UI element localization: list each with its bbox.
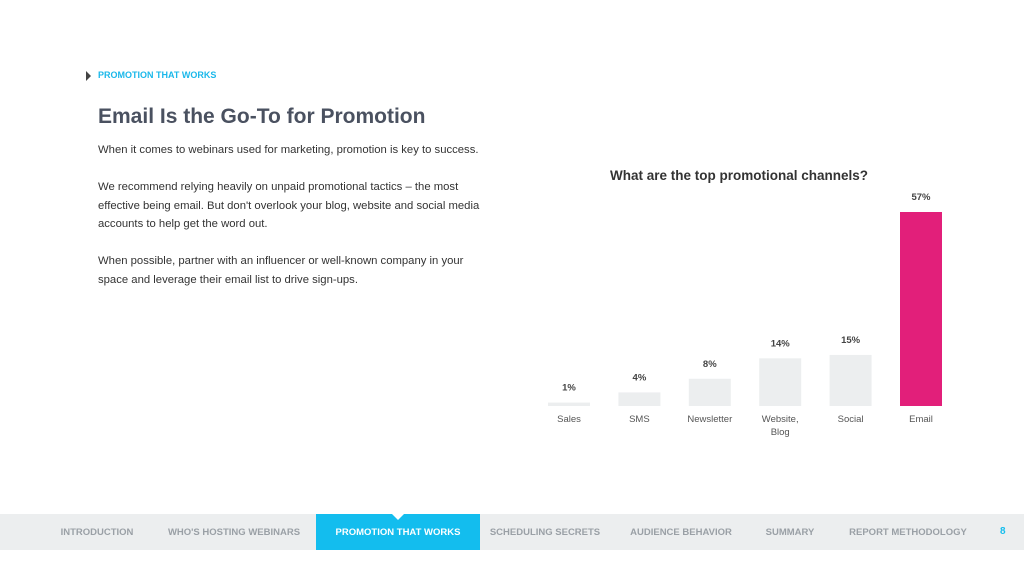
nav-item-introduction[interactable]: INTRODUCTION <box>48 514 146 550</box>
nav-item-summary[interactable]: SUMMARY <box>756 514 824 550</box>
bar-newsletter <box>688 378 731 406</box>
bar-chart: 1% Sales 4% SMS 8% Newsletter 14% Website, Blog 1… <box>548 192 942 438</box>
category-label: Sales <box>557 414 581 425</box>
nav-item-promotion[interactable]: PROMOTION THAT WORKS <box>316 514 480 550</box>
data-label: 57% <box>911 192 931 203</box>
section-nav: INTRODUCTION WHO'S HOSTING WEBINARS PROM… <box>0 514 1024 550</box>
category-label: Website, <box>762 414 799 425</box>
bar-website-blog <box>759 358 802 406</box>
bar-sales <box>548 402 590 406</box>
data-label: 8% <box>703 359 717 370</box>
bar-social <box>829 354 872 406</box>
category-label: Social <box>838 414 864 425</box>
page-number: 8 <box>1000 526 1006 537</box>
data-label: 14% <box>771 338 791 349</box>
data-label: 1% <box>562 383 576 394</box>
nav-item-methodology[interactable]: REPORT METHODOLOGY <box>840 514 976 550</box>
nav-item-scheduling[interactable]: SCHEDULING SECRETS <box>486 514 604 550</box>
data-label: 15% <box>841 335 861 346</box>
category-label: Email <box>909 414 933 425</box>
bar-email <box>900 212 942 406</box>
category-label: Newsletter <box>687 414 732 425</box>
nav-item-whos-hosting[interactable]: WHO'S HOSTING WEBINARS <box>160 514 308 550</box>
category-label: SMS <box>629 414 650 425</box>
nav-item-audience[interactable]: AUDIENCE BEHAVIOR <box>622 514 740 550</box>
data-label: 4% <box>633 372 647 383</box>
category-label: Blog <box>771 427 790 438</box>
bar-sms <box>618 392 661 406</box>
